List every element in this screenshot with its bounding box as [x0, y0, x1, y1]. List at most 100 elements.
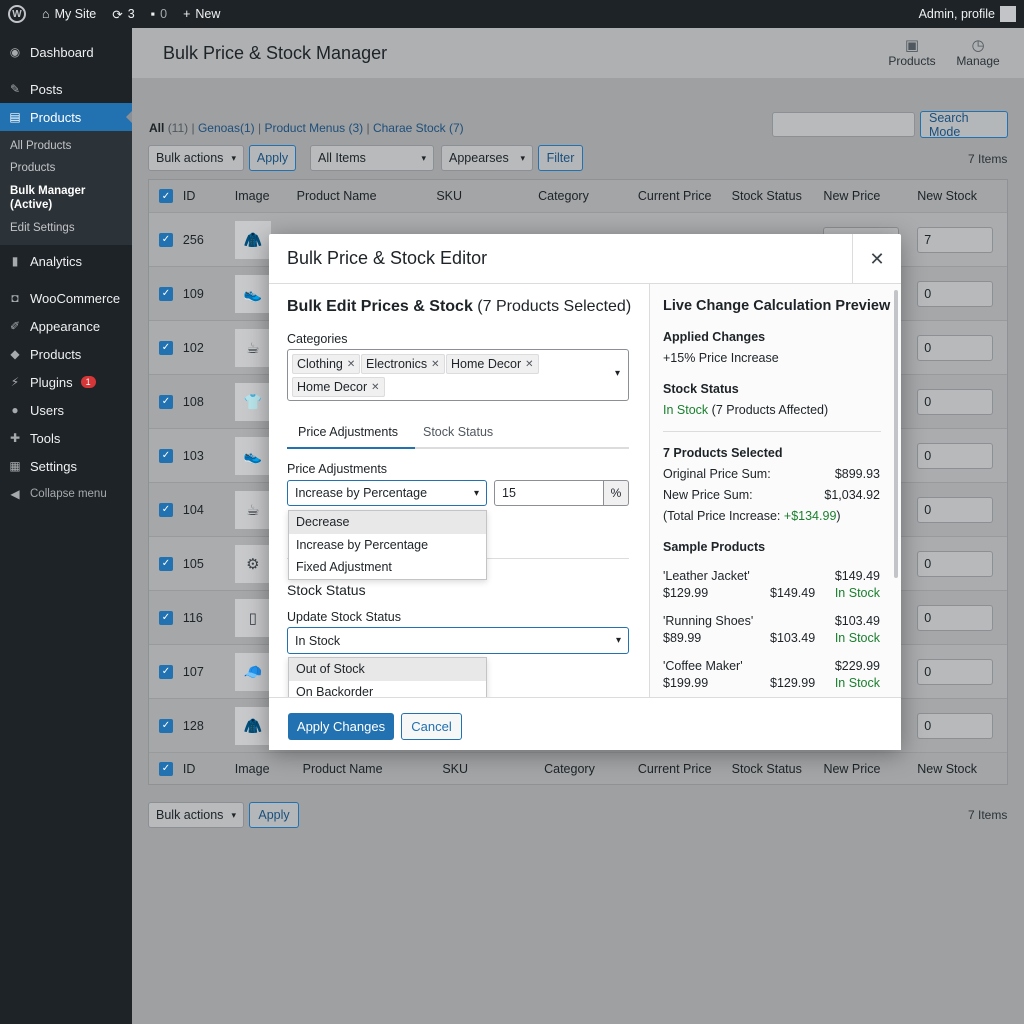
filter-all[interactable]: All — [149, 121, 164, 135]
header-manage-button[interactable]: ◷ Manage — [948, 36, 1008, 68]
wordpress-logo[interactable]: W — [0, 0, 34, 28]
chevron-down-icon: ▾ — [231, 152, 236, 163]
new-stock-input[interactable]: 0 — [917, 334, 994, 361]
row-checkbox[interactable]: ✓ — [158, 340, 173, 355]
new-stock-input[interactable]: 0 — [917, 604, 994, 631]
menu-tools[interactable]: ✚ Tools — [0, 424, 132, 452]
row-checkbox[interactable]: ✓ — [158, 610, 173, 625]
submenu-products[interactable]: Products — [0, 157, 132, 179]
chevron-down-icon: ▾ — [473, 487, 479, 499]
close-button[interactable]: ✕ — [852, 234, 901, 284]
collapse-menu[interactable]: ◀ Collapse menu — [0, 480, 132, 508]
user-account-link[interactable]: Admin, profile — [911, 0, 1024, 28]
apply-button[interactable]: Apply — [249, 145, 296, 171]
price-adjustment-select[interactable]: Increase by Percentage ▾ — [287, 480, 487, 506]
filter-product-menus[interactable]: Product Menus (3) — [264, 121, 363, 135]
comments-link[interactable]: ▪ 0 — [143, 0, 175, 28]
column-header[interactable]: Category — [538, 762, 638, 776]
appearses-select[interactable]: Appearses ▾ — [441, 145, 533, 171]
column-header[interactable]: Stock Status — [732, 762, 824, 776]
dropdown-option[interactable]: Decrease — [289, 511, 486, 534]
new-stock-input[interactable]: 0 — [917, 712, 994, 739]
header-products-button[interactable]: ▣ Products — [882, 36, 942, 68]
column-header[interactable]: SKU — [436, 189, 538, 203]
column-header[interactable]: Product Name — [297, 189, 437, 203]
menu-woocommerce[interactable]: ◘ WooCommerce — [0, 284, 132, 312]
menu-settings[interactable]: ▦ Settings — [0, 452, 132, 480]
dropdown-option[interactable]: On Backorder — [289, 681, 486, 697]
updates-link[interactable]: ⟳ 3 — [104, 0, 142, 28]
search-input[interactable] — [772, 112, 915, 137]
bulk-actions-select-bottom[interactable]: Bulk actions ▾ — [148, 802, 244, 828]
column-header[interactable]: Product Name — [297, 762, 437, 776]
site-name-link[interactable]: ⌂ My Site — [34, 0, 104, 28]
submenu-bulk-manager[interactable]: Bulk Manager (Active) — [0, 179, 132, 217]
menu-analytics[interactable]: ▮ Analytics — [0, 247, 132, 275]
row-checkbox[interactable]: ✓ — [158, 718, 173, 733]
menu-products[interactable]: ▤ Products — [0, 103, 133, 131]
sample-stock-status: In Stock — [834, 676, 880, 690]
price-adjustment-value-input[interactable]: 15 — [494, 480, 604, 506]
modal-footer: Apply Changes Cancel — [269, 697, 901, 750]
menu-products-2[interactable]: ◆ Products — [0, 340, 132, 368]
column-header[interactable]: Stock Status — [732, 189, 824, 203]
apply-button-bottom[interactable]: Apply — [249, 802, 299, 828]
menu-appearance[interactable]: ✐ Appearance — [0, 312, 132, 340]
filter-charae-stock[interactable]: Charae Stock (7) — [373, 121, 464, 135]
menu-users[interactable]: ● Users — [0, 396, 132, 424]
search-button[interactable]: Search Mode — [920, 111, 1008, 139]
remove-tag-icon[interactable]: ✕ — [347, 359, 355, 370]
categories-multiselect[interactable]: Clothing ✕ Electronics ✕ Home Decor ✕ Home … — [287, 349, 629, 401]
column-header[interactable]: SKU — [436, 762, 538, 776]
column-header[interactable]: New Stock — [917, 189, 1007, 203]
dropdown-option[interactable]: Out of Stock — [289, 658, 486, 681]
remove-tag-icon[interactable]: ✕ — [371, 382, 379, 393]
apply-changes-button[interactable]: Apply Changes — [288, 713, 394, 740]
select-all-checkbox[interactable]: ✓ — [158, 761, 173, 776]
column-header[interactable]: New Price — [823, 762, 917, 776]
row-checkbox[interactable]: ✓ — [158, 232, 173, 247]
row-checkbox[interactable]: ✓ — [158, 556, 173, 571]
remove-tag-icon[interactable]: ✕ — [525, 359, 533, 370]
tab-price-adjustments[interactable]: Price Adjustments — [298, 425, 398, 439]
new-stock-input[interactable]: 0 — [917, 550, 994, 577]
menu-plugins[interactable]: ⚡ Plugins 1 — [0, 368, 132, 396]
column-header[interactable]: New Price — [823, 189, 917, 203]
column-header[interactable]: ID — [183, 762, 235, 776]
menu-dashboard[interactable]: ◉ Dashboard — [0, 38, 132, 66]
products-icon: ▣ — [904, 37, 920, 54]
submenu-edit-settings[interactable]: Edit Settings — [0, 217, 132, 239]
tab-stock-status[interactable]: Stock Status — [423, 425, 493, 439]
bulk-actions-select[interactable]: Bulk actions ▾ — [148, 145, 244, 171]
row-checkbox[interactable]: ✓ — [158, 394, 173, 409]
dropdown-option[interactable]: Increase by Percentage — [289, 534, 486, 557]
column-header[interactable]: New Stock — [917, 762, 1007, 776]
dropdown-option[interactable]: Fixed Adjustment — [289, 556, 486, 579]
new-stock-input[interactable]: 7 — [917, 226, 994, 253]
column-header[interactable]: Current Price — [638, 189, 732, 203]
filter-button[interactable]: Filter — [538, 145, 583, 171]
row-checkbox[interactable]: ✓ — [158, 286, 173, 301]
column-header[interactable]: Category — [538, 189, 638, 203]
cancel-button[interactable]: Cancel — [401, 713, 462, 740]
remove-tag-icon[interactable]: ✕ — [431, 359, 439, 370]
preview-scrollbar[interactable] — [894, 290, 898, 578]
new-stock-input[interactable]: 0 — [917, 388, 994, 415]
category-tag: Electronics ✕ — [361, 354, 445, 374]
row-checkbox[interactable]: ✓ — [158, 448, 173, 463]
menu-posts[interactable]: ✎ Posts — [0, 75, 132, 103]
filter-genoas[interactable]: Genoas(1) — [198, 121, 255, 135]
all-items-select[interactable]: All Items ▾ — [310, 145, 434, 171]
new-stock-input[interactable]: 0 — [917, 442, 994, 469]
new-stock-input[interactable]: 0 — [917, 658, 994, 685]
column-header[interactable]: Current Price — [638, 762, 732, 776]
new-stock-input[interactable]: 0 — [917, 496, 994, 523]
row-checkbox[interactable]: ✓ — [158, 502, 173, 517]
submenu-all-products[interactable]: All Products — [0, 135, 132, 157]
column-header[interactable]: ID — [183, 189, 235, 203]
select-all-checkbox[interactable]: ✓ — [158, 189, 173, 203]
row-checkbox[interactable]: ✓ — [158, 664, 173, 679]
stock-status-select[interactable]: In Stock ▾ — [287, 627, 629, 654]
new-stock-input[interactable]: 0 — [917, 280, 994, 307]
new-content-link[interactable]: + New — [175, 0, 228, 28]
